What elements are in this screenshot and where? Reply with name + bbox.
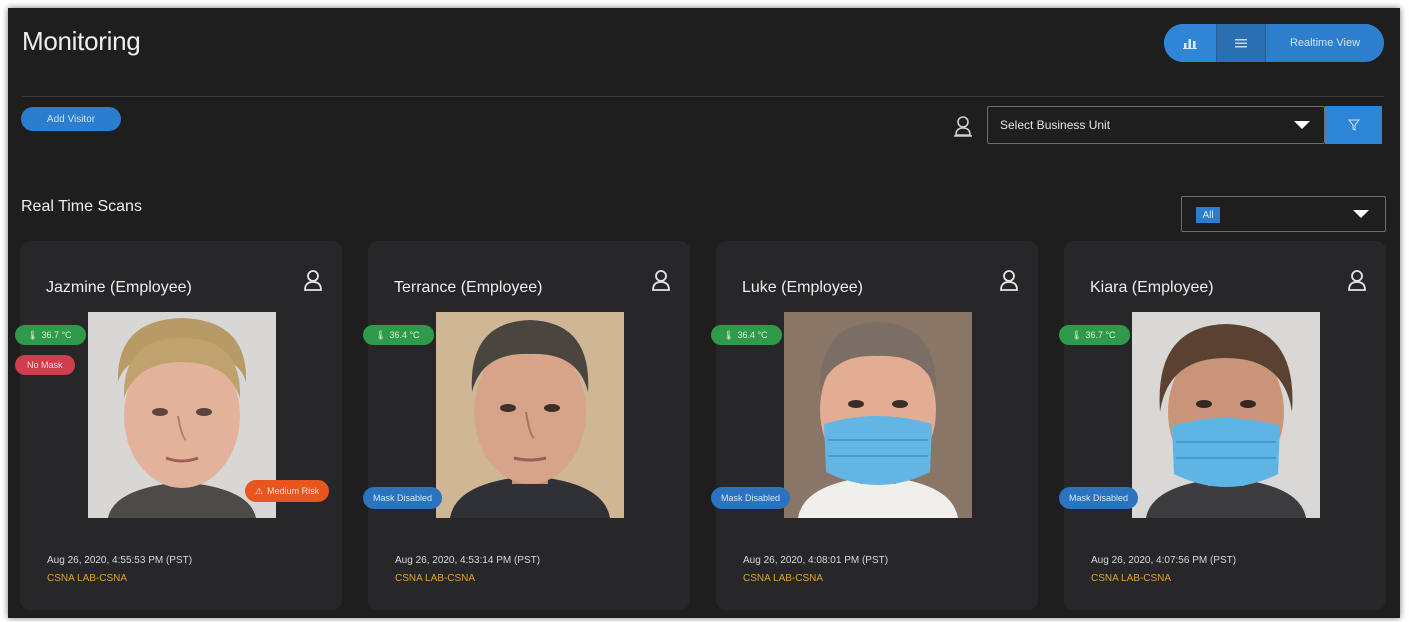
thermometer-icon: 🌡: [723, 329, 735, 340]
add-visitor-button[interactable]: Add Visitor: [21, 107, 121, 131]
person-icon[interactable]: [303, 269, 323, 291]
mask-status-badge: Mask Disabled: [363, 487, 443, 509]
scan-timestamp: Aug 26, 2020, 4:55:53 PM (PST): [47, 555, 193, 566]
mask-status-badge: Mask Disabled: [711, 487, 791, 509]
face-photo: [784, 312, 972, 518]
temperature-badge: 🌡 36.4 °C: [363, 325, 434, 345]
card-person-name: Luke (Employee): [742, 279, 863, 296]
card-person-name: Kiara (Employee): [1090, 279, 1214, 296]
scan-card[interactable]: Terrance (Employee) 🌡 36.4 °C Mask Disab…: [363, 241, 690, 610]
scan-filter-value: All: [1196, 207, 1220, 223]
temperature-badge: 🌡 36.7 °C: [15, 325, 86, 345]
scan-timestamp: Aug 26, 2020, 4:08:01 PM (PST): [743, 555, 889, 566]
chevron-down-icon: [1353, 210, 1369, 218]
scan-location: CSNA LAB-CSNA: [47, 573, 128, 584]
person-pin-icon: [954, 116, 972, 137]
mask-status-badge: Mask Disabled: [1059, 487, 1139, 509]
business-unit-select-label: Select Business Unit: [1000, 118, 1111, 132]
scan-filter-select[interactable]: All: [1181, 196, 1386, 232]
realtime-view-button[interactable]: Realtime View: [1265, 24, 1384, 62]
risk-badge: ⚠ Medium Risk: [245, 480, 330, 502]
card-person-name: Terrance (Employee): [394, 279, 543, 296]
card-person-name: Jazmine (Employee): [46, 279, 192, 296]
temperature-badge: 🌡 36.7 °C: [1059, 325, 1130, 345]
bar-chart-icon: [1183, 39, 1197, 49]
scan-card[interactable]: Luke (Employee) 🌡 36.4 °C Mask Disabled …: [711, 241, 1038, 610]
face-photo: [1132, 312, 1320, 518]
scan-location: CSNA LAB-CSNA: [1091, 573, 1172, 584]
view-toggle: Realtime View: [1164, 24, 1384, 62]
filter-icon: [1347, 119, 1360, 131]
list-icon: [1235, 38, 1247, 47]
scan-location: CSNA LAB-CSNA: [395, 573, 476, 584]
header-divider: [22, 96, 1384, 97]
scan-card[interactable]: Jazmine (Employee) 🌡 36.7 °C No Mask ⚠ M…: [15, 241, 342, 610]
section-title: Real Time Scans: [21, 198, 142, 215]
monitoring-window: Monitoring Realtime View Add Visitor Sel…: [8, 8, 1400, 618]
chevron-down-icon: [1294, 121, 1310, 129]
no-mask-badge: No Mask: [15, 355, 75, 375]
thermometer-icon: 🌡: [1071, 329, 1083, 340]
risk-label: Medium Risk: [267, 486, 320, 496]
thermometer-icon: 🌡: [27, 329, 39, 340]
face-photo: [436, 312, 624, 518]
chart-view-button[interactable]: [1164, 24, 1216, 62]
temperature-value: 36.4 °C: [737, 330, 768, 340]
thermometer-icon: 🌡: [375, 329, 387, 340]
scan-timestamp: Aug 26, 2020, 4:07:56 PM (PST): [1091, 555, 1237, 566]
scan-location: CSNA LAB-CSNA: [743, 573, 824, 584]
warning-icon: ⚠: [255, 485, 264, 496]
temperature-badge: 🌡 36.4 °C: [711, 325, 782, 345]
business-unit-select[interactable]: Select Business Unit: [987, 106, 1325, 144]
person-icon[interactable]: [651, 269, 671, 291]
temperature-value: 36.7 °C: [41, 330, 72, 340]
list-view-button[interactable]: [1216, 24, 1265, 62]
person-icon[interactable]: [1347, 269, 1367, 291]
page-title: Monitoring: [22, 26, 141, 56]
person-icon[interactable]: [999, 269, 1019, 291]
temperature-value: 36.4 °C: [389, 330, 420, 340]
scan-card[interactable]: Kiara (Employee) 🌡 36.7 °C Mask Disabled…: [1059, 241, 1386, 610]
scan-timestamp: Aug 26, 2020, 4:53:14 PM (PST): [395, 555, 541, 566]
filter-button[interactable]: [1325, 106, 1382, 144]
temperature-value: 36.7 °C: [1085, 330, 1116, 340]
